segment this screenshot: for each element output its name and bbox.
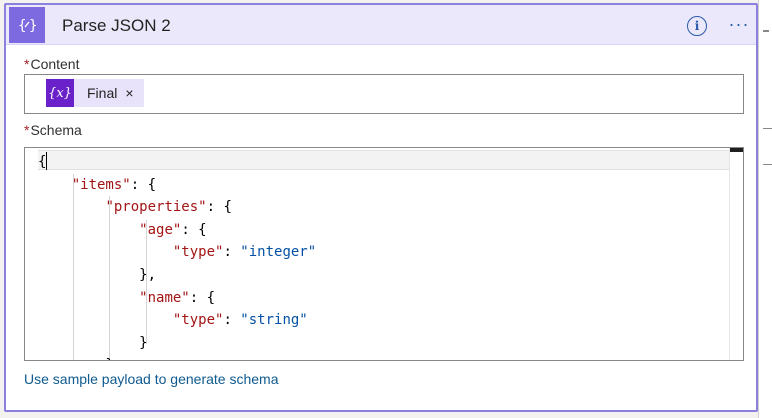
code-string: "string" — [240, 312, 308, 329]
code-punct — [38, 177, 72, 193]
code-line: }, — [38, 264, 316, 287]
dynamic-content-token[interactable]: {x} Final × — [46, 79, 144, 107]
schema-label: *Schema — [24, 122, 82, 138]
background-fragment — [763, 30, 769, 32]
code-key: "items" — [71, 176, 131, 193]
code-punct: : { — [130, 176, 157, 193]
code-punct: : { — [189, 289, 216, 306]
svg-text:}: } — [29, 18, 37, 34]
more-options-icon[interactable]: ··· — [727, 14, 751, 34]
code-line: { — [38, 151, 316, 174]
code-punct: }, — [38, 266, 157, 283]
variable-icon: {x} — [46, 79, 74, 107]
code-punct: } — [38, 357, 113, 360]
generate-schema-link[interactable]: Use sample payload to generate schema — [24, 371, 278, 387]
code-punct — [38, 222, 139, 238]
code-key: "age" — [139, 221, 182, 238]
code-line: "type": "integer" — [38, 241, 316, 264]
schema-label-text: Schema — [30, 122, 82, 138]
content-input[interactable]: {x} Final × — [24, 74, 744, 114]
content-label-text: Content — [30, 56, 80, 72]
json-braces-icon-svg: { } — [18, 18, 37, 34]
code-string: "integer" — [240, 244, 317, 261]
code-punct — [38, 244, 173, 260]
code-punct: : { — [181, 221, 207, 238]
code-line: "type": "string" — [38, 309, 316, 332]
code-line: "properties": { — [38, 196, 316, 219]
code-key: "type" — [172, 312, 224, 329]
parse-json-action-card: { } Parse JSON 2 i ··· *Content {x} Fina… — [4, 3, 758, 412]
background-fragment — [763, 164, 772, 165]
info-icon[interactable]: i — [687, 16, 707, 36]
code-line: "name": { — [38, 287, 316, 310]
code-punct — [38, 199, 105, 215]
code-punct: : — [223, 244, 241, 261]
text-caret — [46, 152, 47, 170]
code-punct: } — [38, 334, 148, 351]
code-line: } — [38, 332, 316, 355]
remove-token-icon[interactable]: × — [125, 85, 133, 101]
background-fragment — [763, 128, 772, 129]
code-key: "name" — [139, 289, 190, 306]
json-braces-icon: { } — [9, 7, 45, 43]
code-punct: : — [223, 312, 241, 329]
code-line: "items": { — [38, 174, 316, 197]
schema-code[interactable]: { "items": { "properties": { "age": { "t… — [38, 151, 316, 360]
code-punct: : { — [206, 199, 232, 216]
code-line: } — [38, 354, 316, 360]
token-label: Final — [87, 85, 118, 101]
scrollbar-thumb[interactable] — [730, 148, 743, 152]
code-punct — [38, 312, 173, 328]
code-line: "age": { — [38, 219, 316, 242]
code-key: "properties" — [105, 199, 207, 216]
action-title[interactable]: Parse JSON 2 — [62, 16, 171, 36]
required-mark: * — [24, 56, 30, 72]
code-punct — [38, 290, 139, 306]
schema-editor[interactable]: { "items": { "properties": { "age": { "t… — [24, 147, 744, 361]
action-header[interactable]: { } Parse JSON 2 i ··· — [6, 5, 756, 45]
editor-scrollbar[interactable] — [729, 148, 743, 360]
code-key: "type" — [172, 244, 224, 261]
required-mark: * — [24, 122, 30, 138]
background-panel — [758, 0, 772, 418]
content-label: *Content — [24, 56, 80, 72]
